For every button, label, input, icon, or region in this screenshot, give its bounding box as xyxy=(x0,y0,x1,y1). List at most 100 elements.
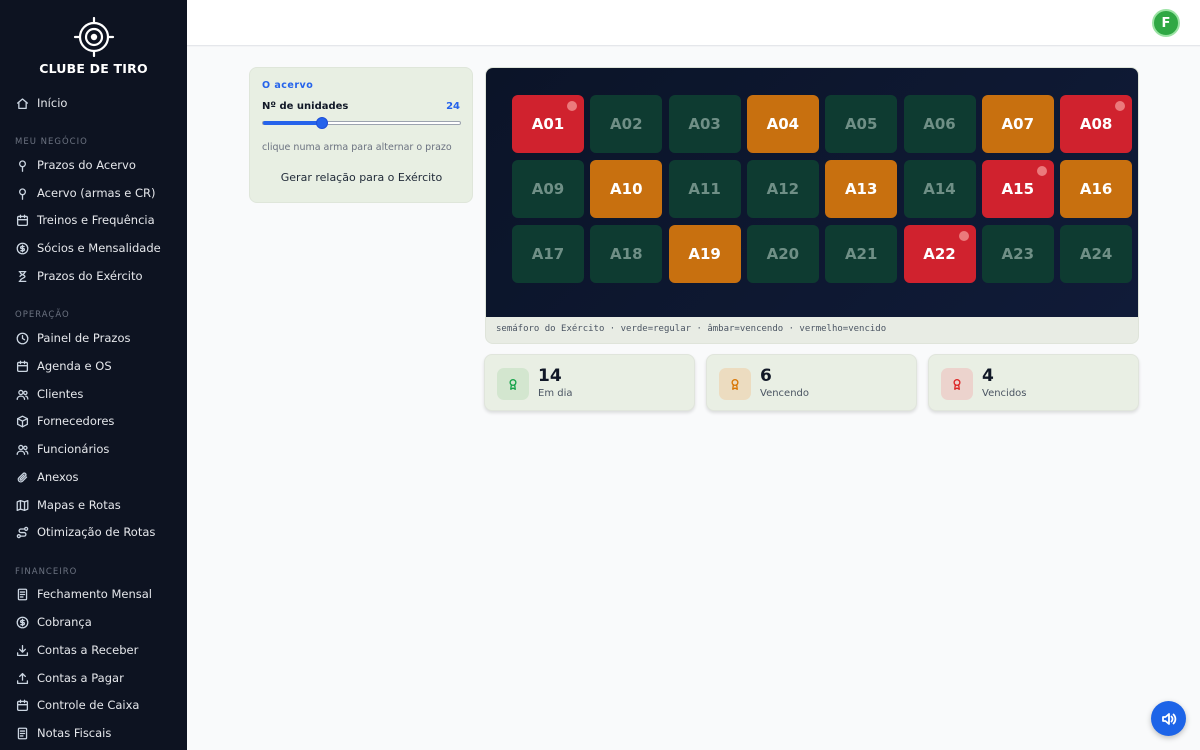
sidebar-item-label: Fornecedores xyxy=(37,414,115,428)
weapon-cell-a14[interactable]: A14 xyxy=(903,160,976,218)
weapon-cell-a16[interactable]: A16 xyxy=(1060,160,1133,218)
weapon-cell-a24[interactable]: A24 xyxy=(1060,225,1133,283)
weapon-cell-label: A11 xyxy=(688,180,721,198)
units-slider[interactable] xyxy=(262,117,461,129)
weapon-cell-a07[interactable]: A07 xyxy=(981,95,1054,153)
weapon-cell-a12[interactable]: A12 xyxy=(746,160,819,218)
sidebar-item-label: Sócios e Mensalidade xyxy=(37,241,161,255)
sidebar-item-funcionarios[interactable]: Funcionários xyxy=(0,436,187,462)
sidebar-item-label: Acervo (armas e CR) xyxy=(37,186,156,200)
sidebar-item-acervo[interactable]: Acervo (armas e CR) xyxy=(0,180,187,206)
sidebar-item-otimizacao[interactable]: Otimização de Rotas xyxy=(0,519,187,545)
sidebar-item-anexos[interactable]: Anexos xyxy=(0,464,187,490)
sidebar-item-cobranca[interactable]: Cobrança xyxy=(0,609,187,635)
sidebar-item-label: Cobrança xyxy=(37,615,92,629)
sidebar-item-mapas[interactable]: Mapas e Rotas xyxy=(0,492,187,518)
weapon-cell-label: A03 xyxy=(688,115,721,133)
box-icon xyxy=(15,414,29,428)
weapon-cell-a23[interactable]: A23 xyxy=(981,225,1054,283)
avatar[interactable]: F xyxy=(1152,9,1180,37)
weapon-cell-a02[interactable]: A02 xyxy=(590,95,663,153)
weapon-cell-label: A05 xyxy=(844,115,878,133)
sidebar-item-contas-receber[interactable]: Contas a Receber xyxy=(0,637,187,663)
sidebar-item-label: Contas a Pagar xyxy=(37,671,124,685)
weapon-cell-a18[interactable]: A18 xyxy=(590,225,663,283)
stat-card-em-dia: 14 Em dia xyxy=(484,354,695,411)
sidebar-item-prazos-exercito[interactable]: Prazos do Exército xyxy=(0,263,187,289)
stat-label: Em dia xyxy=(538,388,573,399)
sidebar-item-clientes[interactable]: Clientes xyxy=(0,381,187,407)
weapon-cell-a17[interactable]: A17 xyxy=(512,225,584,283)
alert-dot xyxy=(1036,166,1047,176)
weapon-cell-label: A06 xyxy=(923,115,956,133)
brand[interactable]: CLUBE DE TIRO xyxy=(0,0,187,82)
stat-icon-box xyxy=(497,368,529,400)
top-bar: F xyxy=(187,0,1200,46)
sidebar-item-notas-fiscais[interactable]: Notas Fiscais xyxy=(0,720,187,746)
units-slider-thumb[interactable] xyxy=(316,117,329,129)
acervo-control-card: O acervo Nº de unidades 24 clique numa a… xyxy=(249,67,473,203)
sidebar-item-controle-caixa[interactable]: Controle de Caixa xyxy=(0,692,187,718)
stat-value: 4 xyxy=(982,366,994,386)
alert-dot xyxy=(958,231,969,241)
weapon-cell-a19[interactable]: A19 xyxy=(668,225,741,283)
sidebar-item-fechamento[interactable]: Fechamento Mensal xyxy=(0,581,187,607)
brand-name: CLUBE DE TIRO xyxy=(39,61,148,76)
weapon-cell-a05[interactable]: A05 xyxy=(825,95,898,153)
units-label: Nº de unidades xyxy=(262,101,349,112)
sidebar-item-treinos[interactable]: Treinos e Frequência xyxy=(0,207,187,233)
sidebar-item-label: Treinos e Frequência xyxy=(37,213,155,227)
weapon-cell-label: A21 xyxy=(844,245,878,263)
weapon-cell-a09[interactable]: A09 xyxy=(512,160,584,218)
pin-icon xyxy=(15,158,29,172)
weapon-cell-a11[interactable]: A11 xyxy=(668,160,741,218)
weapon-cell-label: A13 xyxy=(844,180,878,198)
weapon-cell-label: A23 xyxy=(1001,245,1035,263)
sidebar-item-label: Funcionários xyxy=(37,442,110,456)
stat-icon-box xyxy=(941,368,973,400)
weapon-cell-a06[interactable]: A06 xyxy=(903,95,976,153)
stat-value: 6 xyxy=(760,366,772,386)
weapon-cell-a03[interactable]: A03 xyxy=(668,95,741,153)
weapon-cell-label: A01 xyxy=(531,115,565,133)
weapon-cell-a08[interactable]: A08 xyxy=(1060,95,1133,153)
weapon-cell-a13[interactable]: A13 xyxy=(825,160,898,218)
sidebar-item-label: Contas a Receber xyxy=(37,643,139,657)
sidebar-item-label: Mapas e Rotas xyxy=(37,498,121,512)
weapon-grid-panel: A01 A02 A03 A04 A05 A06 A07 A08 A09 A10 A11 A12 A13 A… xyxy=(485,67,1139,344)
home-icon xyxy=(15,96,29,110)
sidebar-section-title: OPERAÇÃO xyxy=(15,310,70,320)
sidebar-item-painel-prazos[interactable]: Painel de Prazos xyxy=(0,325,187,351)
weapon-cell-a10[interactable]: A10 xyxy=(590,160,663,218)
weapon-cell-a15[interactable]: A15 xyxy=(981,160,1054,218)
stat-card-vencidos: 4 Vencidos xyxy=(928,354,1139,411)
weapon-cell-a04[interactable]: A04 xyxy=(746,95,819,153)
sidebar-item-agenda[interactable]: Agenda e OS xyxy=(0,353,187,379)
sidebar-item-inicio[interactable]: Início xyxy=(0,90,187,116)
document-icon xyxy=(15,726,29,740)
stat-card-vencendo: 6 Vencendo xyxy=(706,354,917,411)
card-title: O acervo xyxy=(262,80,314,91)
calendar-icon xyxy=(15,213,29,227)
speaker-button[interactable] xyxy=(1151,701,1186,736)
sidebar-item-contas-pagar[interactable]: Contas a Pagar xyxy=(0,665,187,691)
dollar-icon xyxy=(15,241,29,255)
sidebar-item-prazos-acervo[interactable]: Prazos do Acervo xyxy=(0,152,187,178)
generate-report-button[interactable]: Gerar relação para o Exército xyxy=(262,168,461,188)
weapon-cell-a20[interactable]: A20 xyxy=(746,225,819,283)
weapon-cell-label: A10 xyxy=(610,180,643,198)
sidebar-item-label: Início xyxy=(37,96,68,110)
weapon-cell-a22[interactable]: A22 xyxy=(903,225,976,283)
weapon-cell-a01[interactable]: A01 xyxy=(512,95,584,153)
map-icon xyxy=(15,498,29,512)
weapon-cell-a21[interactable]: A21 xyxy=(825,225,898,283)
paperclip-icon xyxy=(15,470,29,484)
alert-dot xyxy=(1115,101,1126,111)
sidebar-item-label: Fechamento Mensal xyxy=(37,587,153,601)
sidebar-item-fornecedores[interactable]: Fornecedores xyxy=(0,408,187,434)
calendar-icon xyxy=(15,698,29,712)
sidebar-section-title: MEU NEGÓCIO xyxy=(15,137,88,147)
sidebar-item-label: Agenda e OS xyxy=(37,359,112,373)
award-icon xyxy=(731,378,739,390)
sidebar-item-socios[interactable]: Sócios e Mensalidade xyxy=(0,235,187,261)
